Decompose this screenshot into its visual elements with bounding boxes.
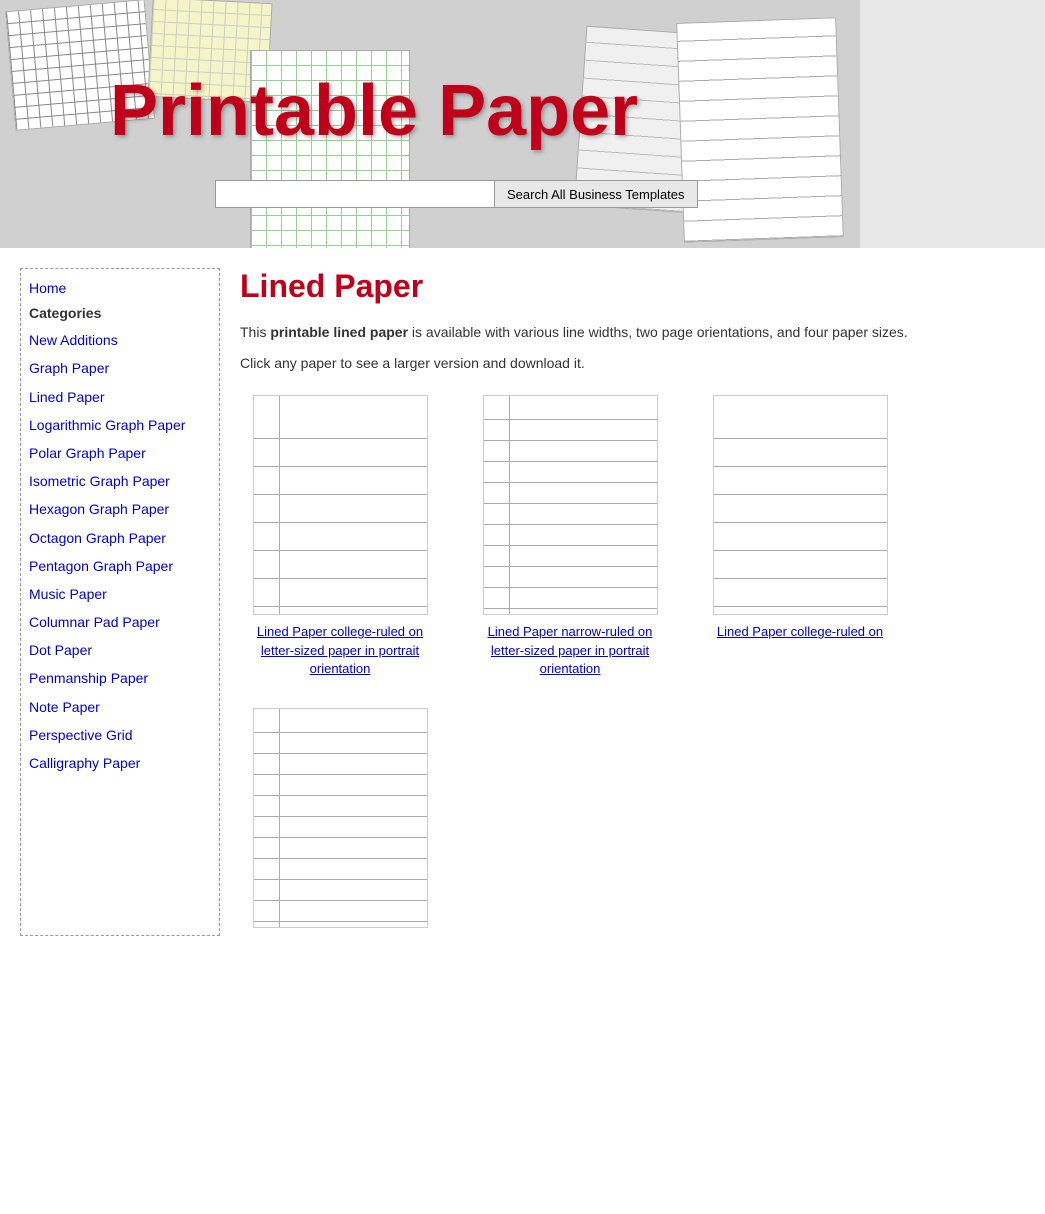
page-title: Lined Paper [240,268,1025,305]
sidebar-item-hexagon-graph-paper[interactable]: Hexagon Graph Paper [29,500,211,518]
description-rest: is available with various line widths, t… [408,324,908,340]
search-area: Search All Business Templates [215,180,698,208]
description-text: This printable lined paper is available … [240,321,1020,343]
description-intro: This [240,324,270,340]
paper-item-narrow-landscape [240,708,440,936]
sidebar-item-perspective-grid[interactable]: Perspective Grid [29,726,211,744]
content-area: Home Categories New Additions Graph Paper… [0,268,1045,936]
sidebar-item-logarithmic-graph-paper[interactable]: Logarithmic Graph Paper [29,416,211,434]
paper-thumb-college-portrait[interactable] [253,395,428,615]
paper-thumb-narrow-portrait[interactable] [483,395,658,615]
site-title: Printable Paper [110,70,638,152]
sidebar-item-polar-graph-paper[interactable]: Polar Graph Paper [29,444,211,462]
paper-caption-college-portrait[interactable]: Lined Paper college-ruled on letter-size… [253,623,428,678]
sidebar-item-columnar-pad-paper[interactable]: Columnar Pad Paper [29,613,211,631]
sidebar-item-graph-paper[interactable]: Graph Paper [29,359,211,377]
description-bold: printable lined paper [270,324,408,340]
paper-caption-college-landscape[interactable]: Lined Paper college-ruled on [717,623,883,641]
sidebar-item-pentagon-graph-paper[interactable]: Pentagon Graph Paper [29,557,211,575]
search-input[interactable] [215,180,495,208]
sidebar-nav: New Additions Graph Paper Lined Paper Logar… [29,331,211,772]
search-button[interactable]: Search All Business Templates [495,180,698,208]
paper-item-narrow-portrait: Lined Paper narrow-ruled on letter-sized… [470,395,670,678]
sidebar-item-calligraphy-paper[interactable]: Calligraphy Paper [29,754,211,772]
sidebar-item-isometric-graph-paper[interactable]: Isometric Graph Paper [29,472,211,490]
paper-item-college-portrait: Lined Paper college-ruled on letter-size… [240,395,440,678]
paper-thumb-narrow-landscape[interactable] [253,708,428,928]
page-header: Printable Paper Search All Business Temp… [0,0,1045,248]
sidebar-item-new-additions[interactable]: New Additions [29,331,211,349]
paper-caption-narrow-portrait[interactable]: Lined Paper narrow-ruled on letter-sized… [483,623,658,678]
sidebar-item-home[interactable]: Home [29,279,211,297]
sidebar-item-note-paper[interactable]: Note Paper [29,698,211,716]
categories-label: Categories [29,305,211,321]
paper-thumb-college-landscape[interactable] [713,395,888,615]
sidebar-item-penmanship-paper[interactable]: Penmanship Paper [29,669,211,687]
sidebar: Home Categories New Additions Graph Paper… [20,268,220,936]
paper-grid: Lined Paper college-ruled on letter-size… [240,395,1025,936]
paper-item-college-landscape: Lined Paper college-ruled on [700,395,900,678]
sidebar-item-lined-paper[interactable]: Lined Paper [29,388,211,406]
main-content: Lined Paper This printable lined paper i… [240,268,1025,936]
header-paper-5 [676,17,844,242]
sidebar-item-music-paper[interactable]: Music Paper [29,585,211,603]
sidebar-item-octagon-graph-paper[interactable]: Octagon Graph Paper [29,529,211,547]
click-instruction: Click any paper to see a larger version … [240,355,1025,371]
sidebar-item-dot-paper[interactable]: Dot Paper [29,641,211,659]
